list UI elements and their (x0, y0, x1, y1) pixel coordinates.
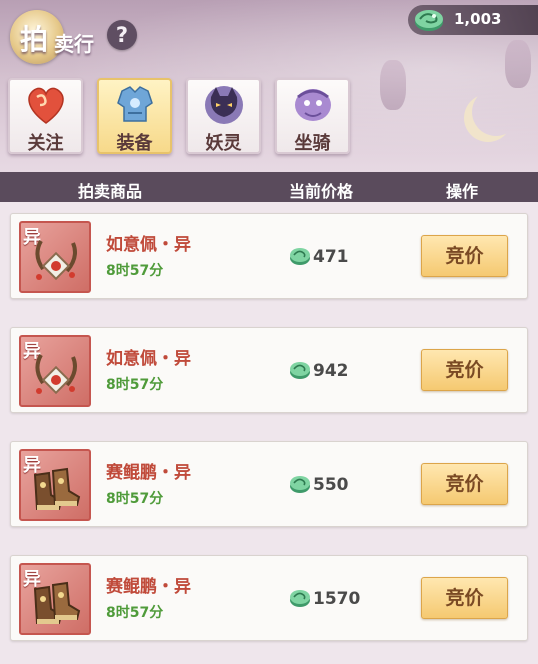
tab-label: 关注 (27, 133, 64, 154)
jade-coin-icon (289, 473, 311, 499)
bid-button[interactable]: 竞价 (421, 577, 508, 619)
lantern-decoration (380, 60, 406, 110)
jade-coin-icon (412, 7, 446, 37)
help-button[interactable]: ? (107, 20, 137, 50)
bid-button[interactable]: 竞价 (421, 463, 508, 505)
time-remaining: 8时57分 (106, 263, 164, 279)
price-value: 550 (313, 475, 349, 495)
time-remaining: 8时57分 (106, 377, 164, 393)
heart-icon (23, 83, 69, 127)
title-main-char: 拍 (20, 23, 49, 56)
lantern-decoration (505, 40, 531, 88)
tab-label: 妖灵 (205, 133, 242, 154)
price-value: 471 (313, 247, 349, 267)
price-value: 1570 (313, 589, 361, 609)
item-slot[interactable]: 异 (19, 449, 91, 521)
column-price: 当前价格 (289, 182, 354, 201)
item-name: 赛鲲鹏・异 (106, 463, 191, 483)
item-name: 如意佩・异 (106, 235, 191, 255)
bid-button[interactable]: 竞价 (421, 235, 508, 277)
mount-icon (290, 83, 336, 127)
time-remaining: 8时57分 (106, 491, 164, 507)
list-item[interactable]: 异 如意佩・异 8时57分 942 竞价 (10, 327, 528, 413)
item-slot[interactable]: 异 (19, 563, 91, 635)
time-remaining: 8时57分 (106, 605, 164, 621)
tab-spirit[interactable]: 妖灵 (186, 78, 261, 154)
currency-display: 1,003 (408, 5, 538, 35)
tab-mount[interactable]: 坐骑 (275, 78, 350, 154)
column-item: 拍卖商品 (78, 182, 143, 201)
tab-follow[interactable]: 关注 (8, 78, 83, 154)
currency-value: 1,003 (454, 10, 502, 28)
column-header-bar: 拍卖商品 当前价格 操作 (0, 172, 538, 202)
bid-button[interactable]: 竞价 (421, 349, 508, 391)
spirit-icon (201, 83, 247, 127)
list-item[interactable]: 异 如意佩・异 8时57分 471 竞价 (10, 213, 528, 299)
list-item[interactable]: 异 赛鲲鹏・异 8时57分 550 竞价 (10, 441, 528, 527)
column-action: 操作 (446, 182, 479, 201)
item-slot[interactable]: 异 (19, 221, 91, 293)
armor-icon (112, 83, 158, 127)
item-name: 如意佩・异 (106, 349, 191, 369)
moon-decoration (472, 88, 520, 136)
price-value: 942 (313, 361, 349, 381)
title-sub-text: 卖行 (54, 32, 94, 56)
item-slot[interactable]: 异 (19, 335, 91, 407)
list-item[interactable]: 异 赛鲲鹏・异 8时57分 1570 竞价 (10, 555, 528, 641)
jade-coin-icon (289, 359, 311, 385)
tab-label: 装备 (116, 133, 153, 154)
tab-equipment[interactable]: 装备 (97, 78, 172, 154)
tab-label: 坐骑 (294, 133, 331, 154)
jade-coin-icon (289, 587, 311, 613)
jade-coin-icon (289, 245, 311, 271)
item-name: 赛鲲鹏・异 (106, 577, 191, 597)
